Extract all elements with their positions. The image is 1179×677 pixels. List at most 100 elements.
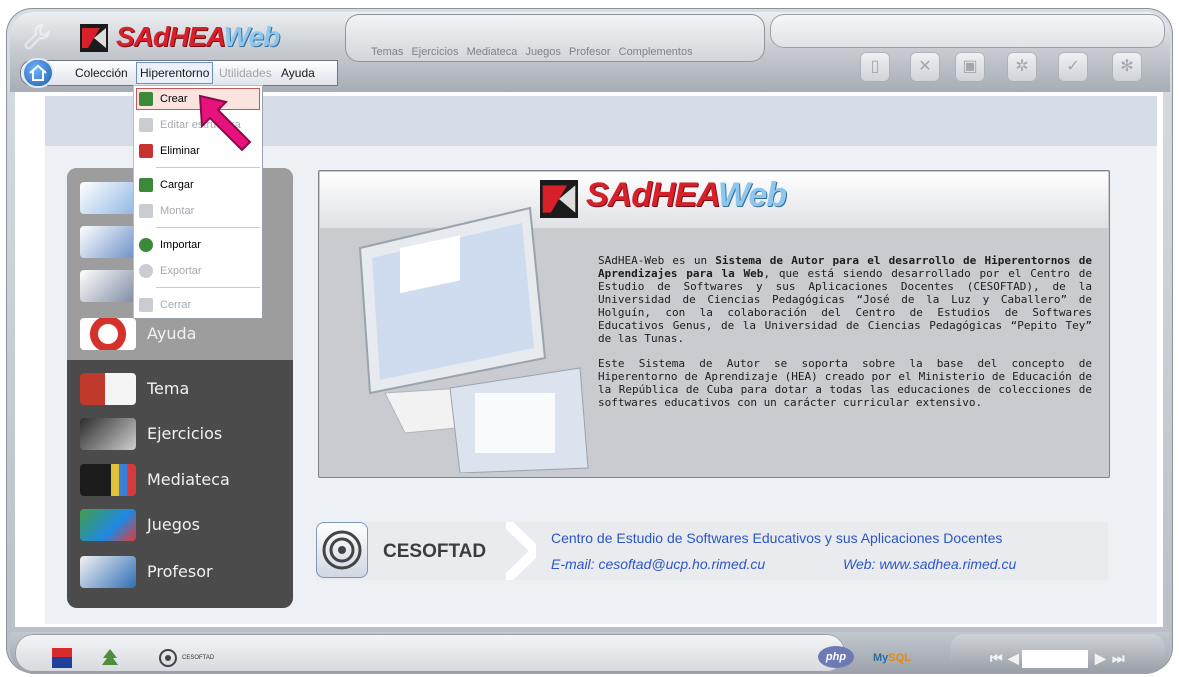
export-icon bbox=[139, 264, 153, 278]
mysql-logo: MySQL bbox=[873, 652, 911, 664]
cesoftad-small-icon[interactable] bbox=[158, 648, 178, 668]
menu-item-montar[interactable]: Montar bbox=[136, 200, 260, 222]
create-icon bbox=[139, 92, 153, 106]
tool-icon: ✻ bbox=[1120, 58, 1134, 75]
menu-item-cargar[interactable]: Cargar bbox=[136, 174, 260, 196]
menu-item-importar-label: Importar bbox=[160, 239, 201, 251]
top-toolbar-panel bbox=[770, 14, 1165, 48]
logo-text: SAdHEAWeb bbox=[116, 21, 281, 53]
nav-profesor[interactable]: Profesor bbox=[569, 46, 611, 58]
last-page-button[interactable]: ⏭ bbox=[1112, 650, 1125, 667]
sidebar-label-ejercicios: Ejercicios bbox=[147, 424, 223, 443]
book-icon bbox=[80, 373, 136, 405]
info-paragraph-2: Este Sistema de Autor se soporta sobre l… bbox=[598, 357, 1092, 409]
menu-item-importar[interactable]: Importar bbox=[136, 234, 260, 256]
teacher-icon bbox=[80, 556, 136, 588]
mined-logo-icon[interactable] bbox=[52, 648, 72, 668]
info-paragraph-1: SAdHEA-Web es un Sistema de Autor para e… bbox=[598, 254, 1092, 345]
nav-ejercicios[interactable]: Ejercicios bbox=[411, 46, 458, 58]
logo-text-part2: Web bbox=[223, 21, 281, 52]
close-icon bbox=[139, 298, 153, 312]
puzzle-icon bbox=[80, 509, 136, 541]
sidebar-label-juegos: Juegos bbox=[147, 515, 200, 534]
menu-hiperentorno[interactable]: Hiperentorno bbox=[136, 62, 214, 84]
check-icon: ✓ bbox=[1066, 58, 1080, 75]
menu-separator bbox=[156, 227, 260, 228]
sidebar-item-tema[interactable]: Tema bbox=[80, 373, 280, 407]
sidebar-item-ejercicios[interactable]: Ejercicios bbox=[80, 418, 280, 452]
delete-document-icon: ✕ bbox=[918, 58, 932, 75]
accept-button[interactable]: ✓ bbox=[1058, 52, 1088, 82]
bottom-panel bbox=[15, 634, 845, 672]
sidebar-item-juegos[interactable]: Juegos bbox=[80, 509, 280, 543]
nav-mediateca[interactable]: Mediateca bbox=[467, 46, 518, 58]
tool-button[interactable]: ✻ bbox=[1112, 52, 1142, 82]
sidebar-item-mediateca[interactable]: Mediateca bbox=[80, 464, 280, 498]
app-logo: SAdHEAWeb bbox=[80, 20, 280, 58]
menu-coleccion[interactable]: Colección bbox=[72, 63, 131, 83]
menu-item-cargar-label: Cargar bbox=[160, 179, 194, 191]
sidebar-item-profesor[interactable]: Profesor bbox=[80, 556, 280, 590]
cesoftad-name: CESOFTAD bbox=[383, 541, 487, 562]
load-icon bbox=[139, 178, 153, 192]
info-para1-intro: SAdHEA-Web es un bbox=[598, 254, 716, 267]
pointer-arrow-icon bbox=[198, 94, 252, 152]
sidebar-label-tema: Tema bbox=[147, 379, 190, 398]
delete-icon bbox=[139, 144, 153, 158]
menu-ayuda[interactable]: Ayuda bbox=[278, 63, 318, 83]
menu-item-exportar-label: Exportar bbox=[160, 265, 202, 277]
mount-icon bbox=[139, 204, 153, 218]
mysql-part2: SQL bbox=[888, 652, 911, 664]
delete-document-button[interactable]: ✕ bbox=[910, 52, 940, 82]
prev-page-button[interactable]: ◀ bbox=[1008, 650, 1019, 667]
menu-separator bbox=[156, 167, 260, 168]
php-logo: php bbox=[818, 646, 854, 668]
collection-icon bbox=[80, 182, 136, 214]
exercise-icon bbox=[80, 418, 136, 450]
first-page-button[interactable]: ⏮ bbox=[990, 650, 1003, 667]
menu-item-eliminar-label: Eliminar bbox=[160, 145, 200, 157]
import-icon bbox=[139, 238, 153, 252]
info-logo-text-part2: Web bbox=[717, 176, 787, 214]
menu-item-montar-label: Montar bbox=[160, 205, 195, 217]
menu-item-exportar[interactable]: Exportar bbox=[136, 260, 260, 282]
home-button[interactable] bbox=[24, 60, 52, 86]
info-description: SAdHEA-Web es un Sistema de Autor para e… bbox=[598, 254, 1092, 421]
nav-temas[interactable]: Temas bbox=[371, 46, 403, 58]
cesoftad-full-name: Centro de Estudio de Softwares Educativo… bbox=[551, 530, 1003, 546]
window-icon bbox=[80, 226, 136, 258]
logo-text-part1: SAdHEA bbox=[116, 21, 225, 52]
settings-icon: ✲ bbox=[1015, 58, 1029, 75]
tree-icon[interactable] bbox=[100, 648, 120, 668]
edit-structure-icon bbox=[139, 118, 153, 132]
save-button[interactable]: ▣ bbox=[955, 52, 985, 82]
top-nav-links: Temas Ejercicios Mediateca Juegos Profes… bbox=[371, 46, 698, 58]
tools-icon bbox=[80, 270, 136, 302]
settings-button[interactable]: ✲ bbox=[1007, 52, 1037, 82]
wrench-icon bbox=[24, 23, 51, 50]
menu-utilidades[interactable]: Utilidades bbox=[216, 63, 275, 83]
new-document-button[interactable]: ▯ bbox=[860, 52, 890, 82]
cesoftad-logo bbox=[316, 522, 368, 578]
menu-separator bbox=[156, 287, 260, 288]
sidebar-item-ayuda[interactable]: Ayuda bbox=[80, 318, 280, 352]
sidebar-label-mediateca: Mediateca bbox=[147, 470, 230, 489]
page-input[interactable] bbox=[1022, 650, 1088, 668]
menu-item-crear-label: Crear bbox=[160, 93, 188, 105]
home-icon bbox=[29, 64, 47, 81]
cesoftad-email-link[interactable]: E-mail: cesoftad@ucp.ho.rimed.cu bbox=[551, 556, 765, 572]
nav-complementos[interactable]: Complementos bbox=[619, 46, 693, 58]
new-document-icon: ▯ bbox=[870, 58, 880, 75]
media-icon bbox=[80, 464, 136, 496]
nav-juegos[interactable]: Juegos bbox=[525, 46, 560, 58]
next-page-button[interactable]: ▶ bbox=[1095, 650, 1106, 667]
mysql-part1: My bbox=[873, 652, 889, 664]
menu-item-cerrar[interactable]: Cerrar bbox=[136, 294, 260, 316]
info-logo-text: SAdHEAWeb bbox=[586, 176, 787, 215]
info-logo-text-part1: SAdHEA bbox=[586, 176, 719, 214]
menu-item-cerrar-label: Cerrar bbox=[160, 299, 192, 311]
sidebar-label-ayuda: Ayuda bbox=[147, 324, 197, 343]
cesoftad-web-link[interactable]: Web: www.sadhea.rimed.cu bbox=[843, 556, 1016, 572]
chevron-right-icon bbox=[506, 522, 536, 580]
bottom-cesoftad-label: CESOFTAD bbox=[182, 655, 215, 661]
